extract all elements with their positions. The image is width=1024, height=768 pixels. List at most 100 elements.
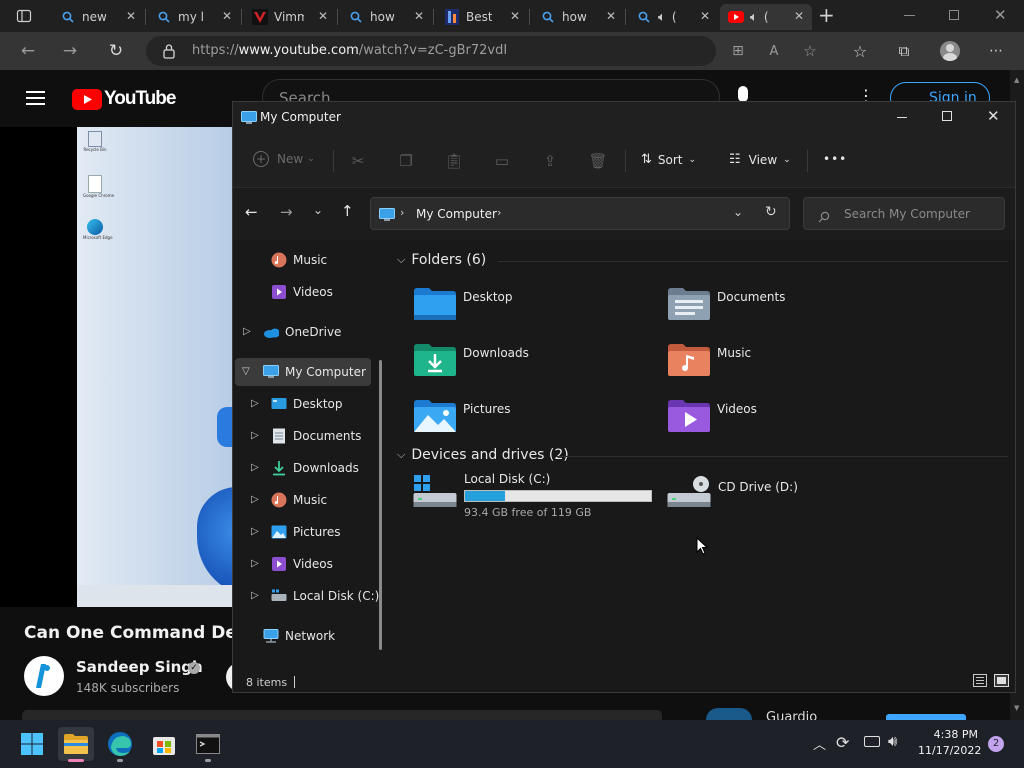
side-video-thumb[interactable] (706, 708, 752, 720)
maximize-icon[interactable] (942, 111, 952, 121)
url-text[interactable]: https://www.youtube.com/watch?v=zC-gBr72… (192, 43, 507, 58)
more-menu-icon[interactable]: ⋯ (984, 40, 1008, 62)
delete-icon[interactable]: 🗑︎ (588, 152, 607, 170)
close-icon[interactable]: ✕ (318, 9, 328, 23)
chevron-right-icon[interactable]: ▷ (251, 462, 259, 473)
details-view-icon[interactable] (973, 674, 987, 687)
new-tab-button[interactable]: + (818, 3, 835, 27)
drives-group-header[interactable]: ⌵ Devices and drives (2) (397, 447, 569, 463)
nav-item-my-computer[interactable]: My Computer (263, 358, 366, 386)
rename-icon[interactable]: ▭ (493, 152, 511, 170)
folder-item[interactable]: Videos (667, 396, 757, 436)
notification-badge[interactable]: 2 (988, 736, 1004, 752)
close-icon[interactable]: ✕ (414, 9, 424, 23)
tiles-view-icon[interactable] (994, 674, 1009, 687)
close-icon[interactable]: ✕ (794, 9, 804, 23)
breadcrumb-my-computer[interactable]: My Computer (416, 207, 497, 221)
sort-button[interactable]: ⇅ Sort ⌄ (641, 152, 696, 167)
up-arrow-icon[interactable]: ↑ (341, 202, 354, 220)
drive-item-d[interactable]: CD Drive (D:) (667, 472, 867, 520)
read-aloud-icon[interactable]: A (762, 40, 786, 62)
chevron-up-icon[interactable]: ︿ (813, 734, 826, 753)
nav-item-desktop[interactable]: Desktop (271, 390, 343, 418)
taskbar-terminal[interactable] (190, 727, 226, 762)
close-window-icon[interactable]: ✕ (994, 6, 1007, 24)
favorites-icon[interactable]: ☆ (848, 40, 872, 62)
close-icon[interactable]: ✕ (700, 9, 710, 23)
folder-item[interactable]: Pictures (413, 396, 511, 436)
hamburger-menu-icon[interactable] (26, 91, 45, 105)
chevron-right-icon[interactable]: ▷ (251, 494, 259, 505)
start-button[interactable] (14, 727, 50, 761)
view-button[interactable]: ☷ View ⌄ (729, 152, 791, 167)
folder-item[interactable]: Downloads (413, 340, 529, 380)
drive-item-c[interactable]: Local Disk (C:) 93.4 GB free of 119 GB (413, 472, 653, 520)
chevron-right-icon[interactable]: ▷ (243, 326, 251, 337)
profile-avatar[interactable] (940, 41, 960, 61)
cut-icon[interactable]: ✂ (349, 152, 367, 170)
recent-locations-icon[interactable]: ⌄ (313, 203, 323, 217)
nav-item-music[interactable]: Music (271, 246, 327, 274)
channel-avatar[interactable] (24, 656, 64, 696)
chevron-right-icon[interactable]: ▷ (251, 398, 259, 409)
minimize-icon[interactable] (897, 117, 907, 118)
nav-scrollbar[interactable] (379, 360, 382, 650)
close-icon[interactable]: ✕ (126, 9, 136, 23)
browser-tab[interactable]: 🔈︎ ( ✕ (628, 4, 718, 30)
chevron-right-icon[interactable]: ▷ (251, 558, 259, 569)
chevron-right-icon[interactable]: ▷ (251, 590, 259, 601)
explorer-title-bar[interactable]: My Computer ✕ (233, 102, 1015, 132)
close-icon[interactable]: ✕ (222, 9, 232, 23)
close-icon[interactable]: ✕ (510, 9, 520, 23)
nav-item-local-disk[interactable]: Local Disk (C:) (271, 582, 379, 610)
paste-icon[interactable]: 📋︎ (444, 152, 463, 170)
taskbar-store[interactable] (146, 727, 182, 761)
nav-item-documents[interactable]: Documents (271, 422, 361, 450)
nav-item-music-child[interactable]: Music (271, 486, 327, 514)
folder-item[interactable]: Documents (667, 284, 785, 324)
tab-actions-icon[interactable] (16, 8, 32, 24)
explorer-address-bar[interactable]: › My Computer › ⌄ ↻ (370, 197, 790, 230)
restore-icon[interactable] (949, 10, 959, 20)
browser-tab[interactable]: Vimm ✕ (244, 4, 336, 30)
explorer-search-box[interactable]: Search My Computer (803, 197, 1005, 230)
channel-name[interactable]: Sandeep Singh (76, 658, 203, 676)
youtube-logo[interactable]: YouTube (72, 88, 176, 110)
close-icon[interactable]: ✕ (987, 107, 1000, 125)
lock-icon[interactable] (162, 43, 176, 63)
network-status-icon[interactable] (864, 736, 880, 747)
nav-item-pictures[interactable]: Pictures (271, 518, 341, 546)
address-dropdown-icon[interactable]: ⌄ (733, 205, 743, 219)
browser-tab[interactable]: new u ✕ (52, 4, 144, 30)
clock[interactable]: 4:38 PM 11/17/2022 (918, 728, 981, 757)
nav-item-network[interactable]: Network (263, 622, 335, 650)
taskbar-edge[interactable] (102, 727, 138, 762)
collections-icon[interactable]: ⧉ (892, 40, 916, 62)
browser-tab[interactable]: my lo ✕ (148, 4, 240, 30)
sync-icon[interactable]: ⟳ (836, 733, 849, 752)
add-favorite-icon[interactable]: ☆ (798, 40, 822, 62)
chevron-down-icon[interactable]: ▽ (242, 366, 250, 377)
video-player[interactable]: Recycle Bin Google Chrome Microsoft Edge (77, 127, 237, 607)
copy-icon[interactable]: ❐ (397, 152, 415, 170)
forward-icon[interactable]: → (58, 40, 82, 62)
folder-item[interactable]: Music (667, 340, 751, 380)
chevron-right-icon[interactable]: ▷ (251, 526, 259, 537)
browser-tab[interactable]: how t ✕ (532, 4, 624, 30)
nav-item-videos-child[interactable]: Videos (271, 550, 333, 578)
share-icon[interactable]: ⇪ (541, 152, 559, 170)
browser-tab[interactable]: Best v ✕ (436, 4, 528, 30)
url-bar[interactable]: https://www.youtube.com/watch?v=zC-gBr72… (146, 36, 716, 66)
refresh-icon[interactable]: ↻ (104, 40, 128, 62)
nav-item-downloads[interactable]: Downloads (271, 454, 359, 482)
forward-arrow-icon[interactable]: → (280, 203, 293, 221)
volume-icon[interactable]: 🔊︎ (888, 732, 897, 750)
back-arrow-icon[interactable]: ← (245, 203, 258, 221)
mic-icon[interactable] (738, 86, 748, 102)
nav-item-videos[interactable]: Videos (271, 278, 333, 306)
chevron-right-icon[interactable]: ▷ (251, 430, 259, 441)
folders-group-header[interactable]: ⌵ Folders (6) (397, 252, 486, 268)
minimize-icon[interactable] (904, 15, 915, 16)
taskbar-file-explorer[interactable] (58, 727, 94, 762)
apps-icon[interactable]: ⊞ (726, 40, 750, 62)
